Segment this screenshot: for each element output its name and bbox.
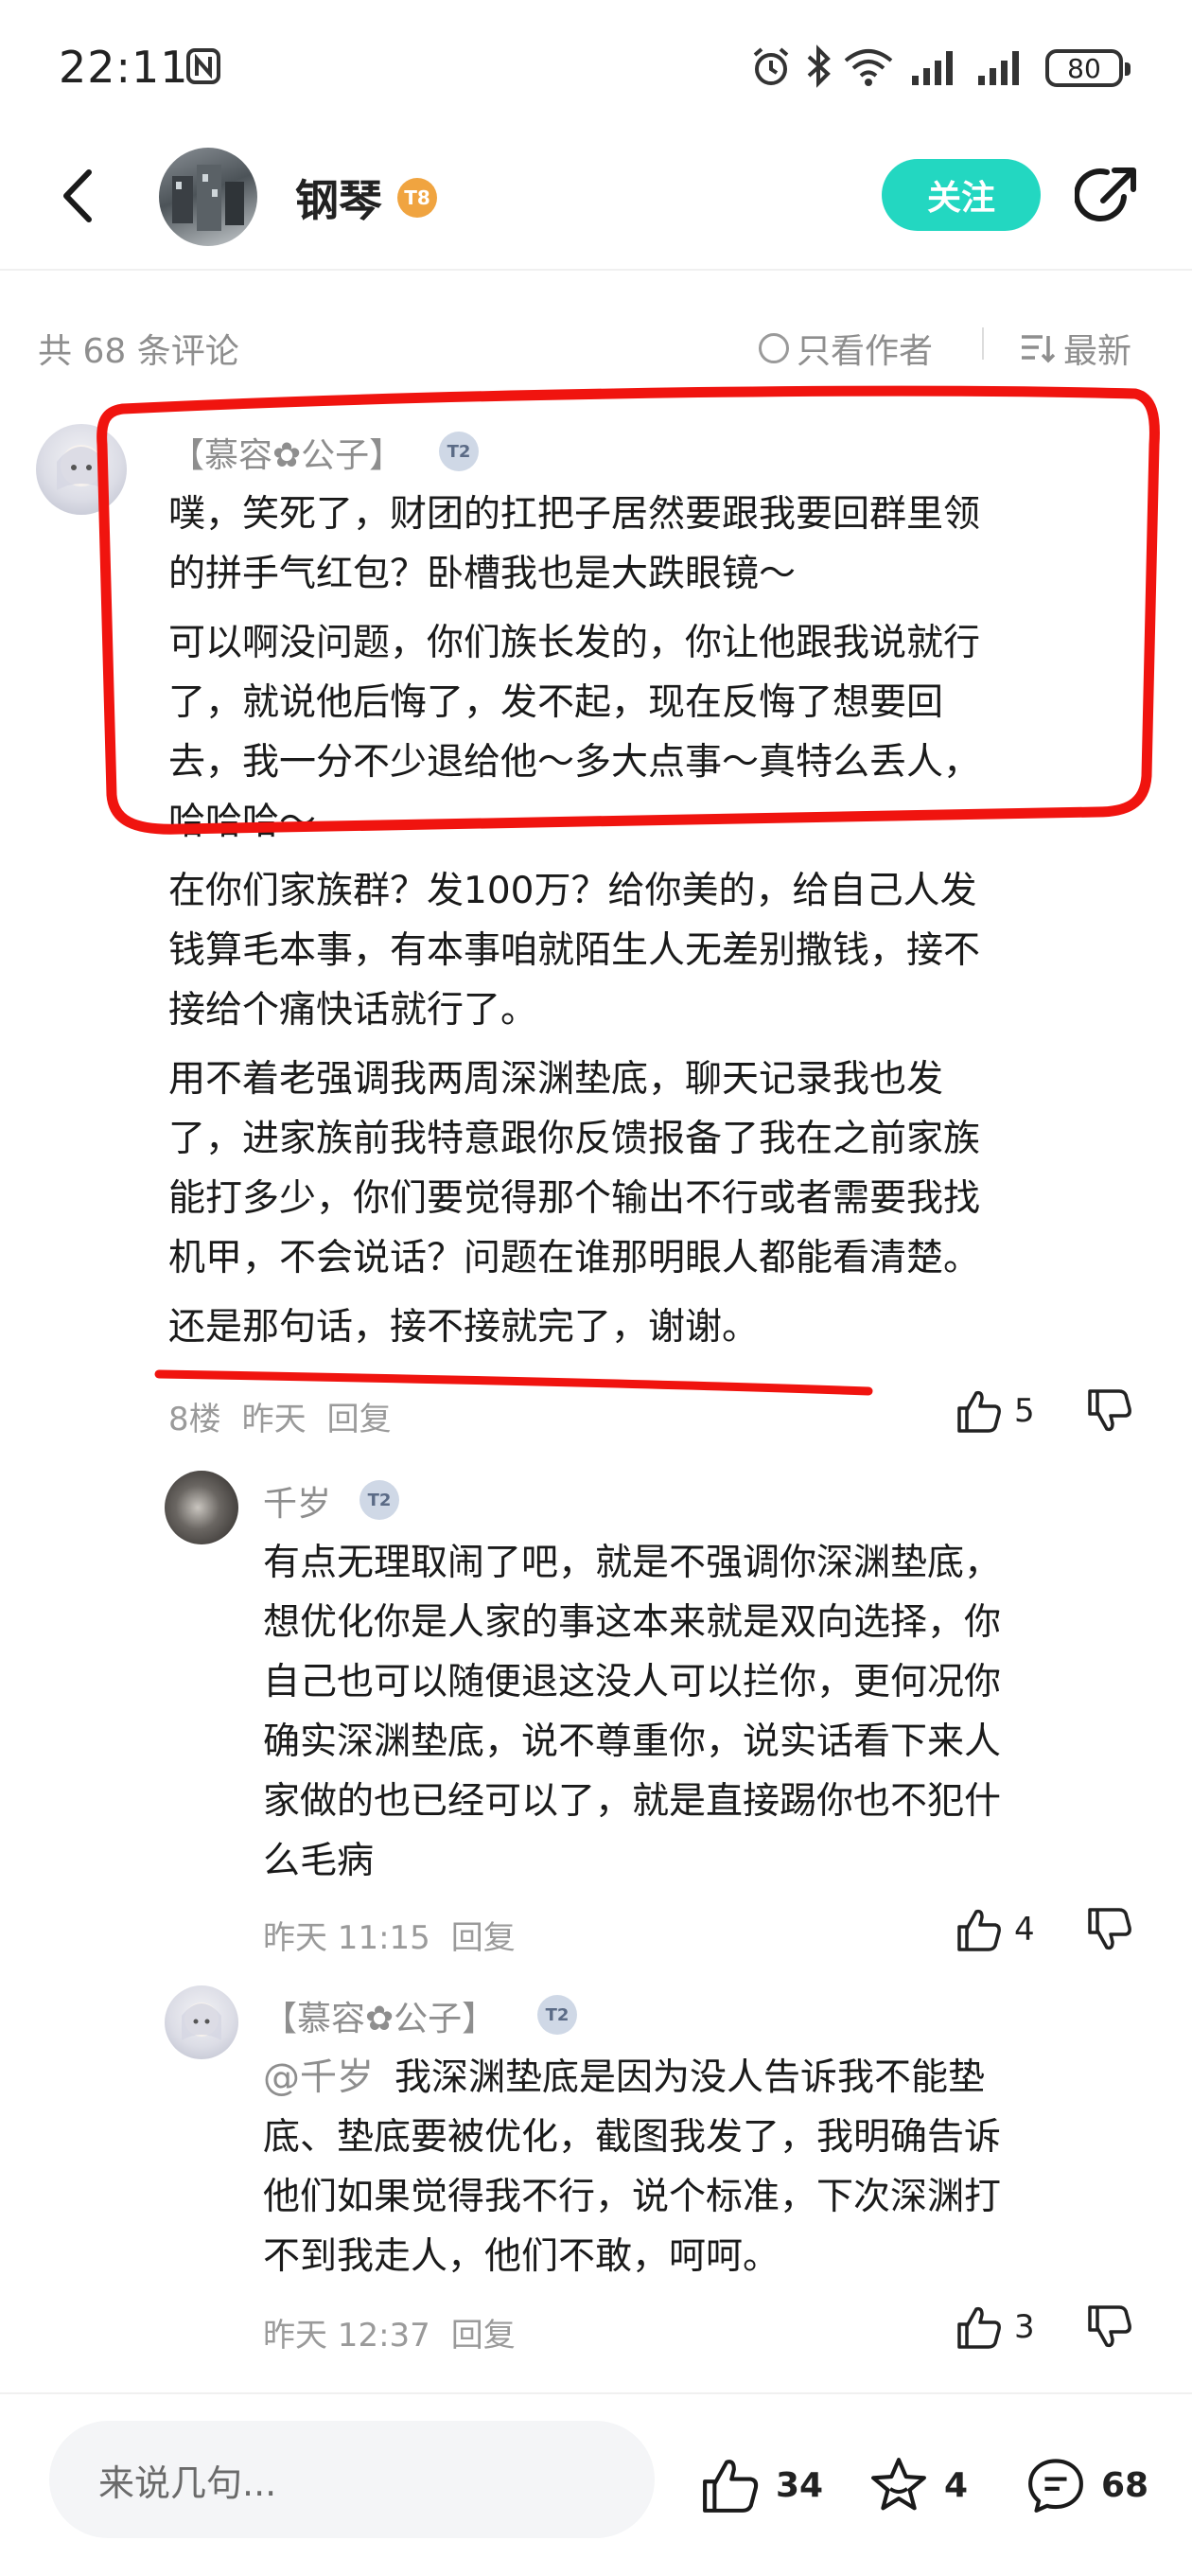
floor-label: 8楼 — [168, 1401, 221, 1438]
comment-paragraph: 可以啊没问题，你们族长发的，你让他跟我说就行 了，就说他后悔了，发不起，现在反悔… — [168, 613, 1152, 852]
like-button[interactable]: 4 — [955, 1906, 1035, 1953]
reply-avatar[interactable] — [165, 1985, 238, 2059]
comment-meta: 8楼 昨天 回复 — [168, 1393, 412, 1439]
reply-line: @千岁 我深渊垫底是因为没人告诉我不能垫 — [263, 2048, 1152, 2108]
comment-paragraph: 还是那句话，接不接就完了，谢谢。 — [168, 1297, 1152, 1357]
thumb-down-icon[interactable] — [1086, 1906, 1133, 1953]
comment-count-label: 共 68 条评论 — [38, 332, 239, 371]
reply-time: 昨天 11:15 — [263, 1919, 430, 1957]
radio-icon — [759, 333, 789, 363]
page-title: 钢琴 — [295, 175, 382, 226]
back-icon[interactable] — [59, 167, 96, 225]
like-button[interactable]: 5 — [955, 1387, 1035, 1435]
reply-time: 昨天 12:37 — [263, 2317, 430, 2355]
status-time: 22:11 — [59, 42, 189, 93]
reply-text: 我深渊垫底是因为没人告诉我不能垫 — [394, 2056, 986, 2099]
reply-line: 么毛病 — [263, 1840, 375, 1882]
comment-total: 68 — [1101, 2465, 1149, 2505]
comment-line: 的拼手气红包？卧槽我也是大跌眼镜～ — [168, 553, 797, 595]
thumb-up-icon — [955, 2303, 1003, 2351]
signal-icon — [910, 49, 959, 87]
comment-line: 能打多少，你们要觉得那个输出不行或者需要我找 — [168, 1177, 981, 1220]
like-count: 4 — [1014, 1911, 1035, 1949]
nfc-icon — [185, 47, 221, 85]
comment-line: 机甲，不会说话？问题在谁那明眼人都能看清楚。 — [168, 1237, 981, 1279]
reply-line: 不到我走人，他们不敢，呵呵。 — [263, 2235, 780, 2278]
comment-paragraph: 在你们家族群？发100万？给你美的，给自己人发 钱算毛本事，有本事咱就陌生人无差… — [168, 861, 1152, 1040]
sort-icon — [1020, 332, 1056, 364]
like-button[interactable]: 3 — [955, 2303, 1035, 2351]
favorite-button[interactable]: 4 — [867, 2455, 968, 2515]
comment-line: 用不着老强调我两周深渊垫底，聊天记录我也发 — [168, 1058, 944, 1101]
sort-label: 最新 — [1063, 332, 1132, 371]
comment-input[interactable]: 来说几句... — [49, 2421, 655, 2538]
reply-meta: 昨天 11:15 回复 — [263, 1912, 536, 1958]
comment-line: 了，就说他后悔了，发不起，现在反悔了想要回 — [168, 681, 944, 724]
bluetooth-icon — [804, 44, 833, 89]
follow-button[interactable]: 关注 — [882, 159, 1041, 231]
reply-line: 确实深渊垫底，说不尊重你，说实话看下来人 — [263, 1720, 1002, 1763]
reply-line: 想优化你是人家的事这本来就是双向选择，你 — [263, 1601, 1002, 1644]
sort-divider — [982, 327, 984, 360]
only-author-toggle[interactable]: 只看作者 — [759, 324, 933, 373]
share-icon[interactable] — [1075, 163, 1141, 229]
reply-line: 家做的也已经可以了，就是直接踢你也不犯什 — [263, 1780, 1002, 1823]
like-count: 5 — [1014, 1392, 1035, 1430]
comment-line: 噗，笑死了，财团的扛把子居然要跟我要回群里领 — [168, 493, 981, 536]
star-icon — [867, 2455, 931, 2515]
thumb-up-icon — [955, 1906, 1003, 1953]
reply-username[interactable]: 【慕容✿公子】 — [263, 1991, 496, 2040]
only-author-label: 只看作者 — [797, 332, 934, 371]
thumb-up-icon — [698, 2455, 763, 2515]
reply-body: @千岁 我深渊垫底是因为没人告诉我不能垫 底、垫底要被优化，截图我发了，我明确告诉… — [263, 2048, 1152, 2286]
comment-line: 去，我一分不少退给他～多大点事～真特么丢人， — [168, 741, 981, 784]
comment-line: 哈哈哈～ — [168, 801, 317, 843]
like-total: 34 — [776, 2465, 824, 2505]
comment-line: 了，进家族前我特意跟你反馈报备了我在之前家族 — [168, 1118, 981, 1160]
reply-meta: 昨天 12:37 回复 — [263, 2309, 536, 2355]
commenter-avatar[interactable] — [36, 424, 127, 515]
reply-line: 自己也可以随便退这没人可以拦你，更何况你 — [263, 1661, 1002, 1703]
reply-line: 底、垫底要被优化，截图我发了，我明确告诉 — [263, 2116, 1002, 2159]
alarm-icon — [749, 45, 793, 89]
reply-username[interactable]: 千岁 — [263, 1476, 331, 1526]
comment-body: 噗，笑死了，财团的扛把子居然要跟我要回群里领 的拼手气红包？卧槽我也是大跌眼镜～… — [168, 485, 1152, 1357]
author-avatar[interactable] — [159, 148, 257, 246]
reply-line: 他们如果觉得我不行，说个标准，下次深渊打 — [263, 2176, 1002, 2218]
wifi-icon — [842, 45, 895, 87]
comment-username[interactable]: 【慕容✿公子】 — [170, 428, 403, 477]
like-count: 3 — [1014, 2308, 1035, 2346]
reply-line: 有点无理取闹了吧，就是不强调你深渊垫底， — [263, 1542, 1002, 1584]
comment-line: 可以啊没问题，你们族长发的，你让他跟我说就行 — [168, 622, 981, 664]
reply-button[interactable]: 回复 — [327, 1401, 392, 1438]
reply-button[interactable]: 回复 — [451, 1919, 516, 1957]
header-divider — [0, 269, 1192, 271]
level-badge: T8 — [397, 178, 437, 218]
comment-time: 昨天 — [241, 1401, 307, 1438]
like-post-button[interactable]: 34 — [698, 2455, 823, 2515]
thumb-up-icon — [955, 1387, 1003, 1435]
comments-button[interactable]: 68 — [1024, 2455, 1148, 2515]
comment-line: 在你们家族群？发100万？给你美的，给自己人发 — [168, 870, 977, 912]
sort-button[interactable]: 最新 — [1020, 324, 1131, 373]
reply-body: 有点无理取闹了吧，就是不强调你深渊垫底， 想优化你是人家的事这本来就是双向选择，… — [263, 1533, 1152, 1891]
level-badge: T2 — [439, 432, 479, 471]
thumb-down-icon[interactable] — [1086, 1387, 1133, 1435]
comment-icon — [1024, 2455, 1088, 2515]
battery-indicator: 80 — [1045, 49, 1131, 87]
comment-line: 接给个痛快话就行了。 — [168, 989, 538, 1032]
reply-button[interactable]: 回复 — [451, 2317, 516, 2355]
mention-link[interactable]: @千岁 — [263, 2056, 374, 2099]
red-underline-annotation — [154, 1369, 873, 1396]
level-badge: T2 — [359, 1480, 399, 1520]
signal-icon — [976, 49, 1025, 87]
comment-paragraph: 用不着老强调我两周深渊垫底，聊天记录我也发 了，进家族前我特意跟你反馈报备了我在… — [168, 1050, 1152, 1288]
comment-line: 还是那句话，接不接就完了，谢谢。 — [168, 1306, 760, 1349]
favorite-total: 4 — [944, 2465, 969, 2505]
level-badge: T2 — [537, 1995, 577, 2035]
comment-line: 钱算毛本事，有本事咱就陌生人无差别撒钱，接不 — [168, 929, 981, 972]
reply-avatar[interactable] — [165, 1471, 238, 1544]
comment-paragraph: 噗，笑死了，财团的扛把子居然要跟我要回群里领 的拼手气红包？卧槽我也是大跌眼镜～ — [168, 485, 1152, 604]
thumb-down-icon[interactable] — [1086, 2303, 1133, 2351]
